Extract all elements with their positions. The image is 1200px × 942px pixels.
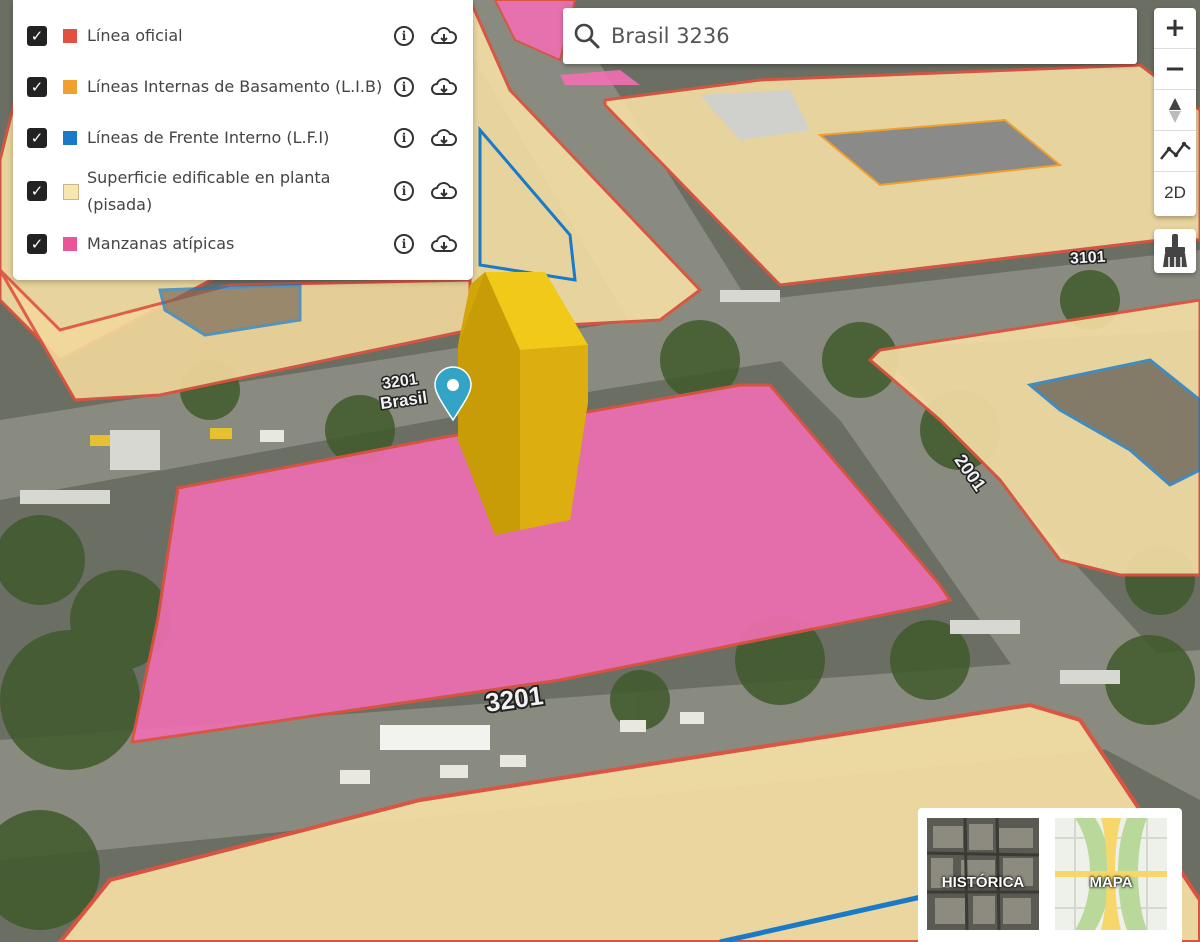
- swatch-linea-oficial: [63, 29, 77, 43]
- map-controls: + − 2D: [1154, 8, 1196, 216]
- basemap-historica[interactable]: HISTÓRICA: [927, 818, 1039, 930]
- toggle-2d-button[interactable]: 2D: [1154, 172, 1196, 213]
- layer-panel: ✓ Línea oficial i ✓ Líneas Internas de B…: [13, 0, 473, 280]
- search-input[interactable]: Brasil 3236: [563, 8, 1137, 64]
- checkbox-manzanas[interactable]: ✓: [27, 234, 47, 254]
- layer-label: Superficie edificable en planta (pisada): [87, 168, 331, 214]
- layer-row-superficie: ✓ Superficie edificable en planta (pisad…: [13, 166, 473, 222]
- clear-button[interactable]: [1154, 229, 1196, 273]
- layer-row-lfi: ✓ Líneas de Frente Interno (L.F.I) i: [13, 116, 473, 160]
- layer-label: Línea oficial: [87, 26, 183, 45]
- cloud-download-icon[interactable]: [431, 77, 457, 97]
- layer-row-manzanas: ✓ Manzanas atípicas i: [13, 222, 473, 266]
- swatch-superficie: [63, 184, 79, 200]
- info-icon[interactable]: i: [394, 234, 414, 254]
- cloud-download-icon[interactable]: [431, 181, 457, 201]
- info-icon[interactable]: i: [394, 181, 414, 201]
- basemap-switcher: HISTÓRICA MAPA: [918, 808, 1182, 942]
- layer-row-lib: ✓ Líneas Internas de Basamento (L.I.B) i: [13, 65, 473, 109]
- swatch-lfi: [63, 131, 77, 145]
- info-icon[interactable]: i: [394, 128, 414, 148]
- swatch-manzanas: [63, 237, 77, 251]
- checkbox-lfi[interactable]: ✓: [27, 128, 47, 148]
- cloud-download-icon[interactable]: [431, 26, 457, 46]
- basemap-label: MAPA: [1089, 874, 1133, 891]
- layer-label: Líneas de Frente Interno (L.F.I): [87, 128, 330, 147]
- checkbox-superficie[interactable]: ✓: [27, 181, 47, 201]
- search-icon[interactable]: [573, 22, 601, 50]
- checkbox-lib[interactable]: ✓: [27, 77, 47, 97]
- info-icon[interactable]: i: [394, 77, 414, 97]
- info-icon[interactable]: i: [394, 26, 414, 46]
- line-chart-icon: [1160, 141, 1191, 160]
- zoom-out-button[interactable]: −: [1154, 49, 1196, 90]
- search-value: Brasil 3236: [611, 24, 730, 48]
- layer-label: Líneas Internas de Basamento (L.I.B): [87, 77, 383, 96]
- brush-icon: [1163, 234, 1187, 267]
- elevation-profile-button[interactable]: [1154, 131, 1196, 172]
- layer-row-linea-oficial: ✓ Línea oficial i: [13, 14, 473, 58]
- swatch-lib: [63, 80, 77, 94]
- street-number-right-back: 3101: [1070, 249, 1107, 268]
- cloud-download-icon[interactable]: [431, 234, 457, 254]
- layer-label: Manzanas atípicas: [87, 234, 235, 253]
- cloud-download-icon[interactable]: [431, 128, 457, 148]
- zoom-in-button[interactable]: +: [1154, 8, 1196, 49]
- compass-icon: [1169, 98, 1181, 123]
- basemap-label: HISTÓRICA: [941, 874, 1025, 891]
- checkbox-linea-oficial[interactable]: ✓: [27, 26, 47, 46]
- basemap-mapa[interactable]: MAPA: [1055, 818, 1167, 930]
- compass-button[interactable]: [1154, 90, 1196, 131]
